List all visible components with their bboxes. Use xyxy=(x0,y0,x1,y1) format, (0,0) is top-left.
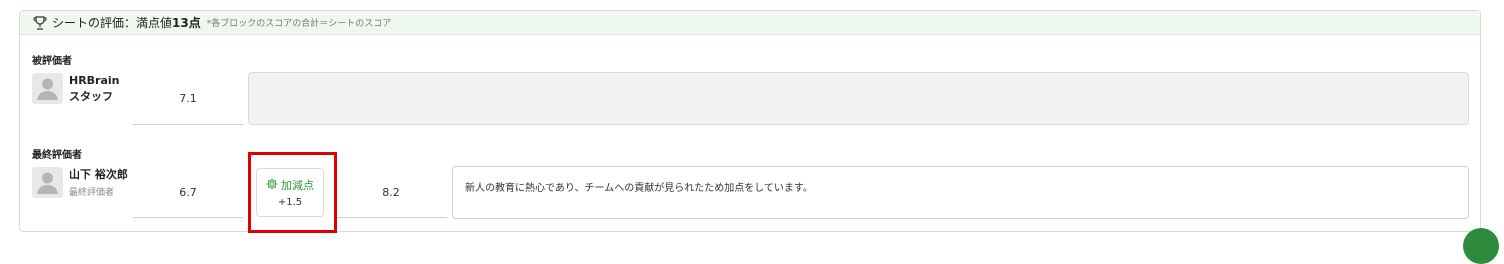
evaluatee-score: 7.1 xyxy=(179,92,197,105)
header-note: *各ブロックのスコアの合計＝シートのスコア xyxy=(206,19,392,29)
final-evaluator-score: 6.7 xyxy=(179,186,197,199)
final-evaluator-total-underline xyxy=(337,217,447,218)
header-max-score: 13点 xyxy=(172,16,201,30)
header-title: シートの評価：満点値 xyxy=(52,16,173,30)
evaluatee-section-label: 被評価者 xyxy=(32,56,72,67)
avatar xyxy=(32,167,63,198)
adjustment-label: 加減点 xyxy=(281,179,314,192)
final-evaluator-name: 山下 裕次郎 xyxy=(69,168,128,181)
final-evaluator-score-underline xyxy=(133,217,243,218)
final-evaluator-role: 最終評価者 xyxy=(69,188,115,198)
final-evaluator-comment-box[interactable]: 新人の教育に熱心であり、チームへの貢献が見られたため加点をしています。 xyxy=(452,166,1469,219)
trophy-icon xyxy=(32,15,48,31)
adjustment-value: +1.5 xyxy=(277,197,303,208)
chat-button[interactable] xyxy=(1463,228,1499,264)
final-evaluator-total-score: 8.2 xyxy=(382,186,400,199)
sheet-evaluation-header: シートの評価：満点値 13点 *各ブロックのスコアの合計＝シートのスコア xyxy=(20,11,1480,35)
evaluatee-comment-box[interactable] xyxy=(248,72,1469,125)
evaluatee-name: HRBrain スタッフ xyxy=(69,74,120,103)
adjustment-button[interactable]: 加減点 +1.5 xyxy=(256,168,324,217)
evaluatee-score-underline xyxy=(133,124,243,125)
avatar xyxy=(32,73,63,104)
final-evaluator-section-label: 最終評価者 xyxy=(32,150,82,161)
gear-icon xyxy=(266,178,281,193)
